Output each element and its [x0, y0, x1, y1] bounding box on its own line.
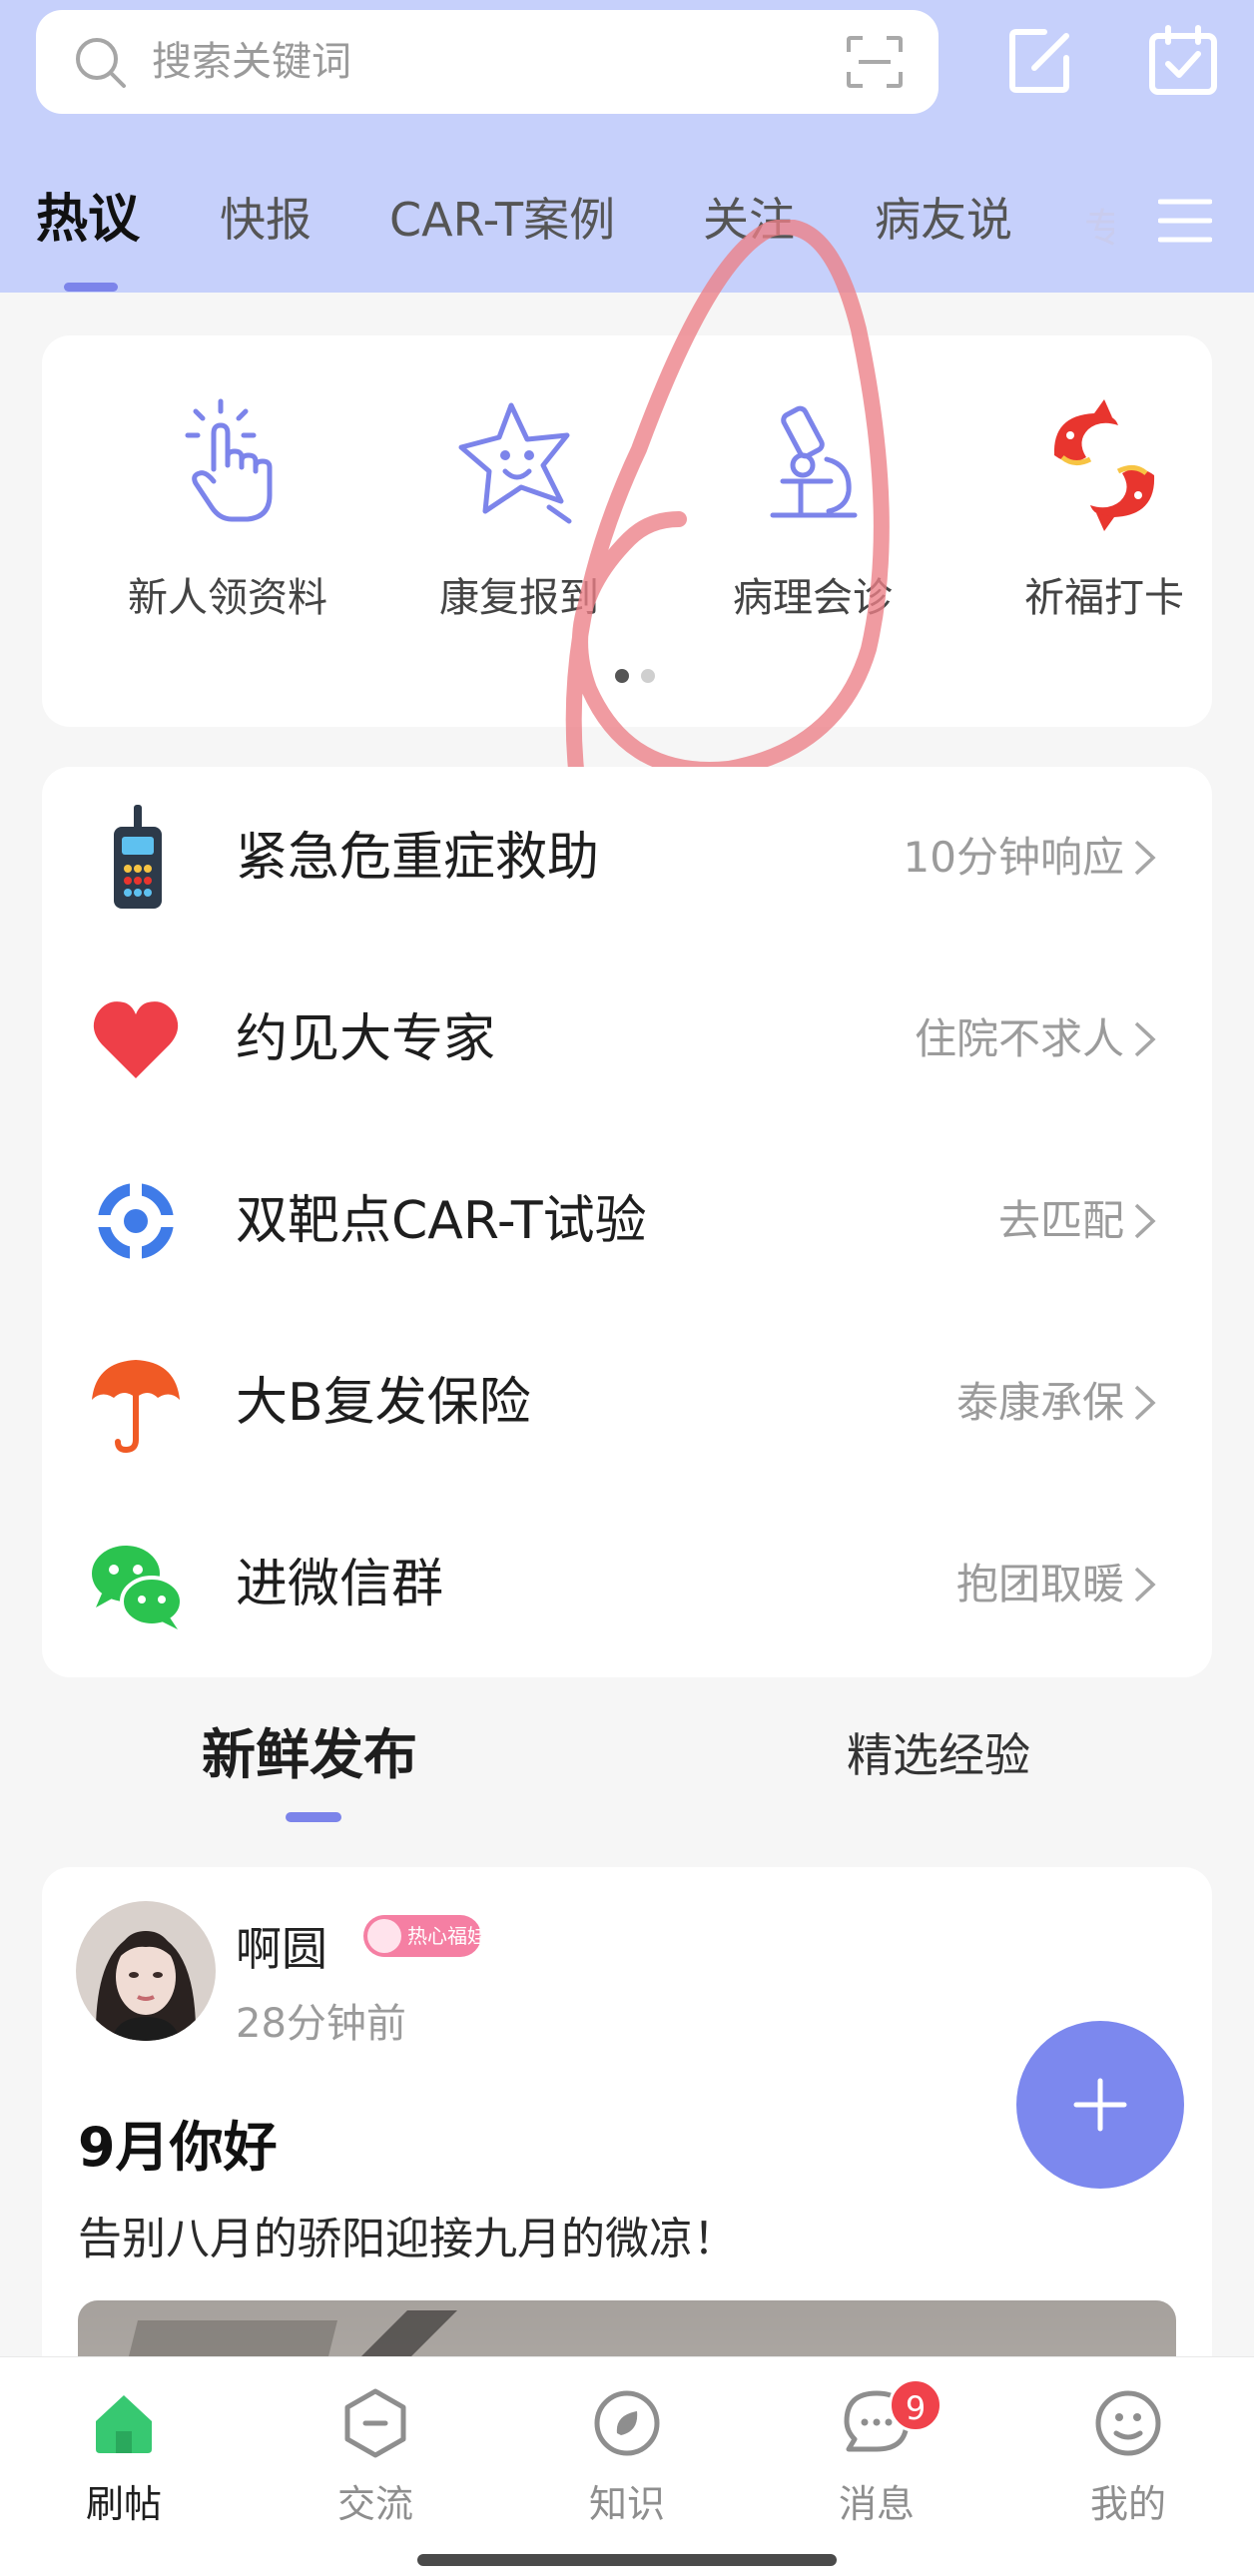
- star-face-icon: [458, 402, 572, 524]
- nav-label: 交流: [336, 2482, 413, 2526]
- quick-entry-label: 病理会诊: [733, 575, 893, 621]
- page-dots: [601, 669, 661, 685]
- post-time: 28分钟前: [236, 2001, 406, 2047]
- service-hint: 泰康承保: [955, 1378, 1124, 1427]
- service-title: 约见大专家: [236, 1009, 496, 1069]
- search-placeholder: 搜索关键词: [152, 39, 351, 85]
- quick-entry-label: 新人领资料: [128, 575, 327, 621]
- post-text: 告别八月的骄阳迎接九月的微凉！: [78, 2214, 737, 2264]
- quick-entry-prayer[interactable]: 祈福打卡: [958, 395, 1250, 623]
- walkie-talkie-icon: [114, 805, 162, 909]
- service-hint: 抱团取暖: [955, 1560, 1124, 1609]
- nav-label: 消息: [838, 2482, 915, 2526]
- chevron-right-icon: [1134, 840, 1156, 876]
- tab-following[interactable]: 关注: [703, 180, 795, 260]
- service-hint: 10分钟响应: [903, 833, 1124, 882]
- microscope-icon: [770, 405, 858, 518]
- quick-entry-recovery[interactable]: 康复报到: [373, 395, 665, 623]
- feed-tab-indicator: [286, 1812, 341, 1822]
- scan-icon[interactable]: [847, 36, 903, 88]
- nav-label: 刷帖: [85, 2482, 162, 2526]
- quick-entry-label: 康复报到: [439, 575, 599, 621]
- service-row-expert[interactable]: 约见大专家 住院不求人: [42, 949, 1212, 1130]
- service-title: 双靶点CAR-T试验: [236, 1191, 647, 1251]
- quick-entry-label: 祈福打卡: [1024, 575, 1184, 621]
- chevron-right-icon: [1134, 1567, 1156, 1603]
- calendar-check-icon[interactable]: [1146, 24, 1220, 98]
- quick-entry-card: 新人领资料 康复报到 病理会诊 祈福打卡: [42, 335, 1212, 727]
- tap-hand-icon: [185, 398, 273, 522]
- service-title: 进微信群: [236, 1555, 444, 1614]
- active-tab-indicator: [64, 283, 118, 292]
- nav-label: 我的: [1089, 2482, 1166, 2526]
- message-count-badge: 9: [889, 2378, 942, 2432]
- service-row-insurance[interactable]: 大B复发保险 泰康承保: [42, 1312, 1212, 1494]
- avatar[interactable]: [76, 1901, 216, 2041]
- service-list-card: 紧急危重症救助 10分钟响应 约见大专家 住院不求人 双靶点CAR-T试验 去匹…: [42, 767, 1212, 1677]
- face-icon: [1095, 2390, 1161, 2456]
- quick-entry-newcomer[interactable]: 新人领资料: [82, 395, 373, 623]
- chevron-right-icon: [1134, 1021, 1156, 1057]
- nav-item-exchange[interactable]: 交流: [296, 2387, 455, 2528]
- user-badge: 热心福娃: [363, 1915, 487, 1957]
- tab-cart-cases[interactable]: CAR-T案例: [389, 180, 615, 260]
- app-screen: 搜索关键词 热议 快报 CAR-T案例 关注 病友说 专 新人领资料 康复报到 …: [0, 0, 1254, 2576]
- plus-icon: [1073, 2078, 1127, 2132]
- feed-tab-latest[interactable]: 新鲜发布: [202, 1715, 417, 1795]
- search-icon: [76, 38, 126, 88]
- nav-item-profile[interactable]: 我的: [1048, 2387, 1208, 2528]
- tab-patient-talk[interactable]: 病友说: [875, 180, 1012, 260]
- quick-entry-pathology[interactable]: 病理会诊: [667, 395, 958, 623]
- tab-more-fade: 专: [1084, 206, 1114, 246]
- umbrella-icon: [92, 1360, 180, 1454]
- top-header: 搜索关键词 热议 快报 CAR-T案例 关注 病友说 专: [0, 0, 1254, 293]
- service-row-emergency[interactable]: 紧急危重症救助 10分钟响应: [42, 767, 1212, 949]
- page-dot-active: [615, 669, 629, 683]
- chevron-right-icon: [1134, 1385, 1156, 1421]
- knowledge-icon: [594, 2390, 660, 2456]
- target-icon: [91, 1176, 181, 1266]
- bottom-nav: 刷帖 交流 知识 消息 我的: [0, 2356, 1254, 2576]
- badge-label: 热心福娃: [407, 1924, 487, 1948]
- heart-icon: [93, 1001, 179, 1078]
- home-indicator: [417, 2554, 837, 2566]
- nav-item-feed[interactable]: 刷帖: [44, 2387, 204, 2528]
- feed-tab-featured[interactable]: 精选经验: [847, 1715, 1030, 1795]
- menu-icon[interactable]: [1158, 198, 1212, 244]
- post-username[interactable]: 啊圆: [236, 1913, 327, 1979]
- category-tabs: 热议 快报 CAR-T案例 关注 病友说: [0, 180, 1254, 293]
- service-hint: 去匹配: [997, 1196, 1124, 1245]
- nav-label: 知识: [588, 2482, 665, 2526]
- tab-hot[interactable]: 热议: [36, 180, 140, 260]
- home-icon: [96, 2395, 152, 2453]
- wechat-icon: [92, 1546, 184, 1629]
- page-dot: [641, 669, 655, 683]
- badge-doll-icon: [367, 1919, 401, 1953]
- tab-news[interactable]: 快报: [220, 180, 312, 260]
- search-bar[interactable]: 搜索关键词: [36, 10, 939, 114]
- service-title: 大B复发保险: [236, 1373, 531, 1433]
- edit-post-icon[interactable]: [1004, 24, 1078, 98]
- hexagon-minus-icon: [344, 2388, 406, 2458]
- nav-item-knowledge[interactable]: 知识: [547, 2387, 707, 2528]
- service-row-wechat-group[interactable]: 进微信群 抱团取暖: [42, 1494, 1212, 1675]
- service-title: 紧急危重症救助: [236, 828, 600, 888]
- service-hint: 住院不求人: [914, 1014, 1124, 1063]
- avatar-photo: [76, 1901, 216, 2041]
- service-row-cart-trial[interactable]: 双靶点CAR-T试验 去匹配: [42, 1130, 1212, 1312]
- post-title: 9月你好: [78, 2116, 278, 2179]
- koi-fish-icon: [1053, 399, 1155, 531]
- chevron-right-icon: [1134, 1203, 1156, 1239]
- add-post-button[interactable]: [1016, 2021, 1184, 2189]
